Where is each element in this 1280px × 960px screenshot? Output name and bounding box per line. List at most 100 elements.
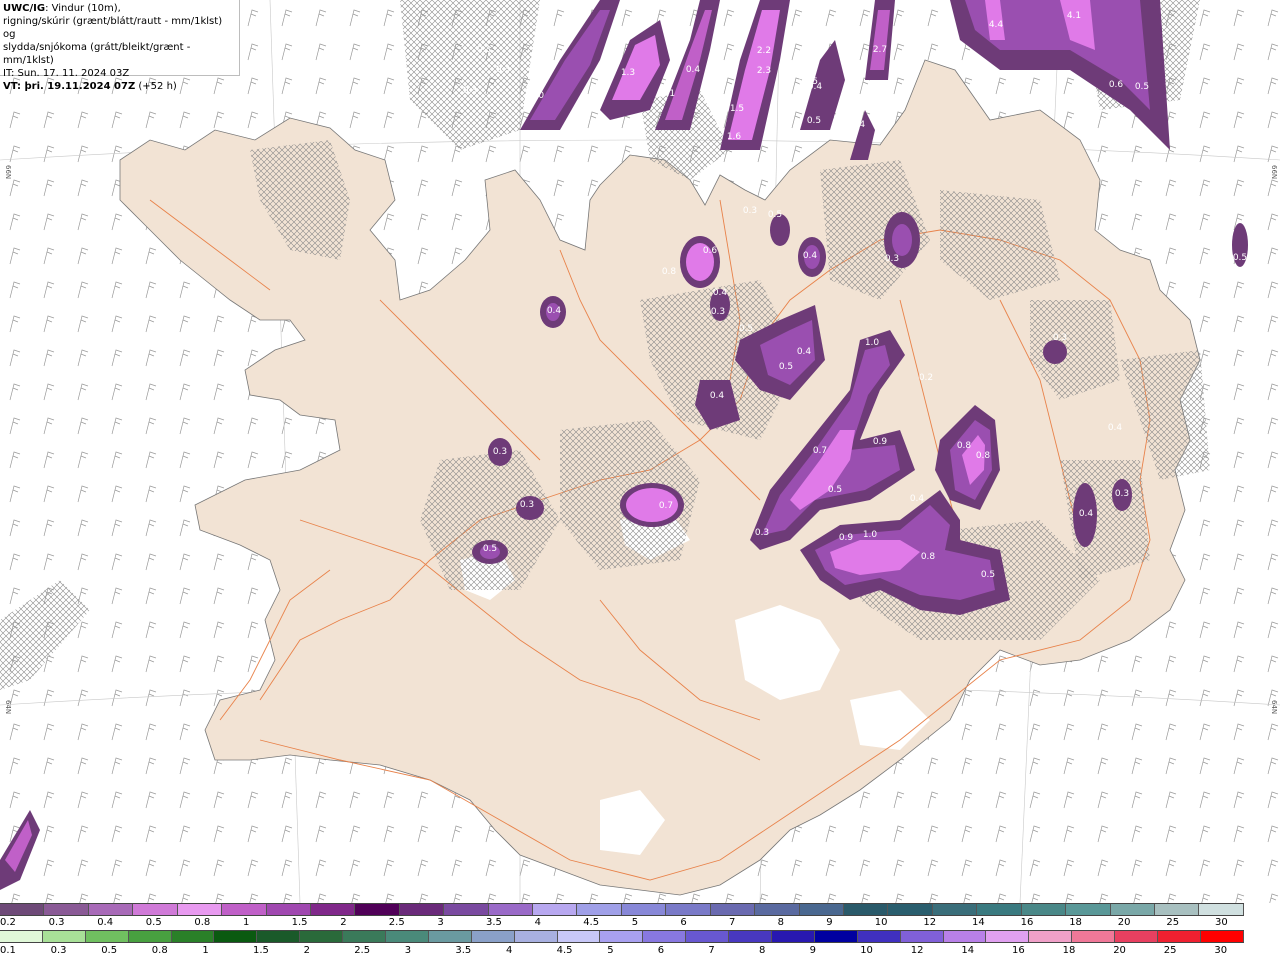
precip-value: 0.5 <box>807 116 821 126</box>
legend-label: 0.5 <box>145 917 162 928</box>
legend-label: 25 <box>1166 917 1180 928</box>
legend-swatch <box>1199 904 1244 915</box>
legend-swatch <box>42 931 86 942</box>
precip-value: 0.5 <box>483 544 497 554</box>
precip-value: 1.5 <box>730 104 744 114</box>
precip-value: 0.3 <box>885 254 899 264</box>
legend-swatch <box>471 931 515 942</box>
precip-value: 0.4 <box>797 347 812 357</box>
legend-swatch <box>310 904 356 915</box>
precip-value: 0.4 <box>808 82 823 92</box>
legend-label: 1.5 <box>291 917 308 928</box>
legend-swatch <box>943 931 987 942</box>
legend-label: 9 <box>809 945 816 956</box>
snow-scale-labels: 0.2 0.3 0.4 0.5 0.8 1 1.5 2 2.5 3 3.5 4 4.5 5 6 7 8 9 10 12… <box>0 917 1260 929</box>
legend-swatch <box>266 904 311 915</box>
precip-value: 0.9 <box>839 533 854 543</box>
precip-value: 0.4 <box>547 306 562 316</box>
legend-label: 10 <box>874 917 888 928</box>
precip-value: 1.6 <box>727 132 742 142</box>
legend-label: 30 <box>1214 945 1228 956</box>
rain-scale-labels: 0.1 0.3 0.5 0.8 1 1.5 2 2.5 3 3.5 4 4.5 5 6 7 8 9 10 12 14 1… <box>0 945 1260 957</box>
precip-value: 0.8 <box>921 552 936 562</box>
precip-value: 0.2 <box>919 373 933 383</box>
legend-swatch <box>133 904 178 915</box>
precip-value: 0.4 <box>713 288 728 298</box>
legend-swatch <box>0 904 45 915</box>
legend-label: 0.8 <box>194 917 211 928</box>
precip-value: 1.3 <box>621 68 635 78</box>
legend-swatch <box>686 931 730 942</box>
legend-label: 0.1 <box>0 945 16 956</box>
precip-value: 0.5 <box>828 485 842 495</box>
legend-swatch <box>222 904 267 915</box>
legend-label: 4.5 <box>556 945 573 956</box>
legend-label: 6 <box>680 917 687 928</box>
precip-value: 2.2 <box>757 46 771 56</box>
title-line1: : Vindur (10m), <box>45 3 121 14</box>
legend-label: 5 <box>607 945 614 956</box>
model-name: UWC/IG <box>3 3 46 14</box>
legend-label: 4 <box>506 945 513 956</box>
valid-time: VT: þri. 19.11.2024 07Z <box>3 81 136 92</box>
legend-label: 4.5 <box>583 917 600 928</box>
legend-swatch <box>514 931 558 942</box>
legend-swatch <box>44 904 89 915</box>
legend-label: 2.5 <box>354 945 371 956</box>
precip-value: 4.1 <box>1067 11 1081 21</box>
legend-label: 2 <box>340 917 347 928</box>
precip-value: 0.5 <box>1135 82 1149 92</box>
legend-swatch <box>977 904 1022 915</box>
legend-swatch <box>577 904 622 915</box>
legend-label: 2.5 <box>388 917 405 928</box>
precip-value: 0.4 <box>710 391 725 401</box>
legend-swatch <box>932 904 978 915</box>
precip-value: 0.6 <box>703 246 718 256</box>
precip-value: 0.3 <box>463 86 477 96</box>
precip-value: 0.3 <box>1115 489 1129 499</box>
rain-color-bar <box>0 930 1244 943</box>
legend-label: 4 <box>534 917 541 928</box>
legend-swatch <box>888 904 933 915</box>
legend-label: 10 <box>860 945 873 956</box>
precip-value: 0.3 <box>477 45 491 55</box>
legend-swatch <box>643 931 687 942</box>
legend-label: 7 <box>708 945 715 956</box>
legend-label: 3 <box>404 945 412 956</box>
precip-value: 4.4 <box>989 20 1004 30</box>
precip-value: 0.4 <box>803 251 818 261</box>
legend-label: 3.5 <box>486 917 502 928</box>
legend-swatch <box>1021 904 1067 915</box>
legend-label: 20 <box>1113 945 1126 956</box>
precip-value: 2.7 <box>873 45 887 55</box>
legend-swatch <box>857 931 901 942</box>
legend-label: 20 <box>1117 917 1131 928</box>
legend-label: 14 <box>961 945 975 956</box>
precip-value: 0.3 <box>493 447 507 457</box>
legend-label: 3 <box>437 917 444 928</box>
lat-label-left-bottom: 64N <box>4 700 12 715</box>
precip-value: 0.5 <box>1233 253 1247 263</box>
legend-label: 0.5 <box>101 945 118 956</box>
legend-swatch <box>666 904 711 915</box>
legend-swatch <box>214 931 258 942</box>
precip-value: 2.3 <box>757 66 771 76</box>
precip-value: 0.5 <box>768 210 782 220</box>
precip-value: 0.8 <box>662 267 677 277</box>
map-info-box: UWC/IG: Vindur (10m), rigning/skúrir (gr… <box>0 0 240 92</box>
legend-label: 0.4 <box>97 917 114 928</box>
legend-swatch <box>0 931 43 942</box>
lat-label-right-bottom: 64N <box>1270 700 1278 715</box>
precip-value: 0.3 <box>711 307 725 317</box>
precip-value: 1.0 <box>865 338 880 348</box>
precip-value: 0.3 <box>496 65 510 75</box>
title-line2: rigning/skúrir (grænt/blátt/rautt - mm/1… <box>3 16 223 40</box>
legend-label: 0.2 <box>0 917 16 928</box>
legend-label: 3.5 <box>455 945 472 956</box>
legend-label: 18 <box>1062 945 1076 956</box>
legend-label: 7 <box>729 917 736 928</box>
legend-swatch <box>533 904 578 915</box>
legend-swatch <box>900 931 944 942</box>
precip-value: 0.6 <box>1109 80 1124 90</box>
legend-swatch <box>799 904 845 915</box>
